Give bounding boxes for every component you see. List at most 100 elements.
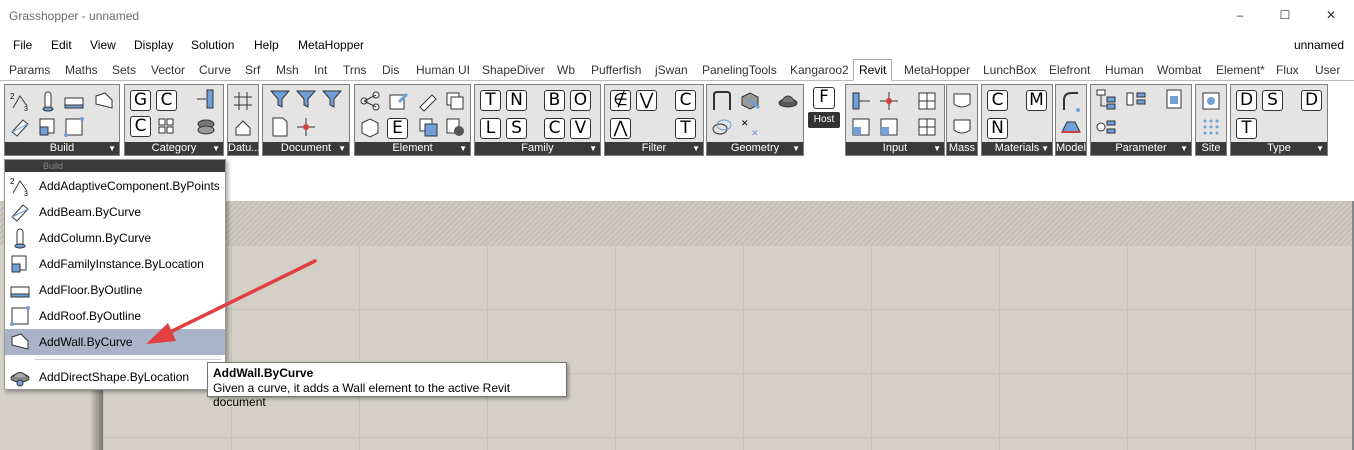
geometry-delete-icon[interactable]: ✕✕ <box>739 116 761 138</box>
type-letter-t[interactable]: T <box>1236 118 1257 139</box>
dropdown-item-column[interactable]: AddColumn.ByCurve <box>5 225 225 251</box>
geometry-loop-icon[interactable] <box>711 116 733 138</box>
tab-metahopper[interactable]: MetaHopper <box>904 63 970 77</box>
document-filter-icon[interactable] <box>269 88 291 110</box>
document-filter-icon[interactable] <box>321 88 343 110</box>
filter-not-in-icon[interactable]: ∉ <box>610 90 631 111</box>
group-dropdown-icon[interactable]: ▼ <box>459 142 467 155</box>
group-label-type[interactable]: Type <box>1231 142 1327 155</box>
group-dropdown-icon[interactable]: ▼ <box>338 142 346 155</box>
tab-msh[interactable]: Msh <box>276 63 299 77</box>
input-grid-icon[interactable] <box>916 90 938 112</box>
category-stack-icon[interactable] <box>195 116 217 138</box>
menu-metahopper[interactable]: MetaHopper <box>298 38 364 52</box>
tab-vector[interactable]: Vector <box>151 63 185 77</box>
parameter-doc-icon[interactable] <box>1163 88 1185 110</box>
group-label-family[interactable]: Family <box>475 142 600 155</box>
group-label-site[interactable]: Site <box>1196 142 1226 155</box>
element-edit-icon[interactable] <box>387 90 409 112</box>
element-pen-icon[interactable] <box>417 90 439 112</box>
group-dropdown-icon[interactable]: ▼ <box>692 142 700 155</box>
tab-srf[interactable]: Srf <box>245 63 260 77</box>
tab-wombat[interactable]: Wombat <box>1157 63 1201 77</box>
category-list-icon[interactable] <box>195 88 217 110</box>
tab-trns[interactable]: Trns <box>343 63 367 77</box>
tab-jswan[interactable]: jSwan <box>655 63 688 77</box>
menu-help[interactable]: Help <box>254 38 279 52</box>
family-letter-l[interactable]: L <box>480 118 501 139</box>
maximize-button[interactable]: ☐ <box>1262 0 1308 30</box>
tab-revit[interactable]: Revit <box>853 59 893 81</box>
host-label[interactable]: Host <box>808 112 840 128</box>
input-frame-icon[interactable] <box>850 116 872 138</box>
materials-letter-c[interactable]: C <box>987 90 1008 111</box>
category-letter-c2[interactable]: C <box>130 116 151 137</box>
family-letter-s[interactable]: S <box>506 118 527 139</box>
group-dropdown-icon[interactable]: ▼ <box>1041 142 1049 155</box>
minimize-button[interactable]: – <box>1217 0 1263 30</box>
document-file-icon[interactable] <box>269 116 291 138</box>
element-material-icon[interactable] <box>444 116 466 138</box>
host-letter-f[interactable]: F <box>813 87 835 109</box>
dropdown-item-beam[interactable]: AddBeam.ByCurve <box>5 199 225 225</box>
group-dropdown-icon[interactable]: ▼ <box>1316 142 1324 155</box>
element-letter-e[interactable]: E <box>387 118 408 139</box>
tab-lunchbox[interactable]: LunchBox <box>983 63 1036 77</box>
column-icon[interactable] <box>37 90 59 112</box>
tab-curve[interactable]: Curve <box>199 63 231 77</box>
group-label-mass[interactable]: Mass <box>947 142 977 155</box>
family-letter-c[interactable]: C <box>544 118 565 139</box>
tab-flux[interactable]: Flux <box>1276 63 1299 77</box>
model-curve-icon[interactable] <box>1060 90 1082 112</box>
group-label-parameter[interactable]: Parameter <box>1091 142 1191 155</box>
parameter-tree-icon[interactable] <box>1095 88 1117 110</box>
menu-solution[interactable]: Solution <box>191 38 234 52</box>
grid-datum-icon[interactable] <box>232 90 254 112</box>
geometry-curve-icon[interactable] <box>711 90 733 112</box>
input-grid-icon[interactable] <box>916 116 938 138</box>
family-letter-v[interactable]: V <box>570 118 591 139</box>
beam-icon[interactable] <box>9 116 31 138</box>
group-label-document[interactable]: Document <box>263 142 349 155</box>
group-dropdown-icon[interactable]: ▼ <box>792 142 800 155</box>
group-label-input[interactable]: Input <box>846 142 944 155</box>
parameter-list-icon[interactable] <box>1125 88 1147 110</box>
family-letter-t[interactable]: T <box>480 90 501 111</box>
menu-file[interactable]: File <box>13 38 32 52</box>
element-copy-icon[interactable] <box>417 116 439 138</box>
group-label-category[interactable]: Category <box>125 142 223 155</box>
group-label-filter[interactable]: Filter <box>605 142 703 155</box>
input-point-icon[interactable] <box>878 90 900 112</box>
input-frame-icon[interactable] <box>878 116 900 138</box>
dropdown-item-direct-shape[interactable]: AddDirectShape.ByLocation <box>5 364 225 390</box>
category-grid-icon[interactable] <box>156 116 178 138</box>
parameter-key-icon[interactable] <box>1095 116 1117 138</box>
element-stack-icon[interactable] <box>444 90 466 112</box>
floor-icon[interactable] <box>63 90 85 112</box>
menu-edit[interactable]: Edit <box>51 38 72 52</box>
tab-human[interactable]: Human <box>1105 63 1144 77</box>
tab-shapediver[interactable]: ShapeDiver <box>482 63 545 77</box>
category-letter-c[interactable]: C <box>156 90 177 111</box>
group-dropdown-icon[interactable]: ▼ <box>108 142 116 155</box>
site-terrain-icon[interactable] <box>1200 116 1222 138</box>
mass-form-icon[interactable] <box>951 116 973 138</box>
document-point-icon[interactable] <box>295 116 317 138</box>
tab-panelingtools[interactable]: PanelingTools <box>702 63 777 77</box>
tab-user[interactable]: User <box>1315 63 1340 77</box>
tab-sets[interactable]: Sets <box>112 63 136 77</box>
materials-letter-m[interactable]: M <box>1026 90 1047 111</box>
close-button[interactable]: ✕ <box>1308 0 1354 30</box>
document-filter-icon[interactable] <box>295 88 317 110</box>
tab-dis[interactable]: Dis <box>382 63 399 77</box>
menu-view[interactable]: View <box>90 38 116 52</box>
level-datum-icon[interactable] <box>232 116 254 138</box>
element-box-icon[interactable] <box>359 116 381 138</box>
group-dropdown-icon[interactable]: ▼ <box>1180 142 1188 155</box>
tab-human-ui[interactable]: Human UI <box>416 63 470 77</box>
type-letter-s[interactable]: S <box>1262 90 1283 111</box>
group-label-model[interactable]: Model <box>1056 142 1086 155</box>
menu-display[interactable]: Display <box>134 38 173 52</box>
group-dropdown-icon[interactable]: ▼ <box>933 142 941 155</box>
mass-form-icon[interactable] <box>951 90 973 112</box>
